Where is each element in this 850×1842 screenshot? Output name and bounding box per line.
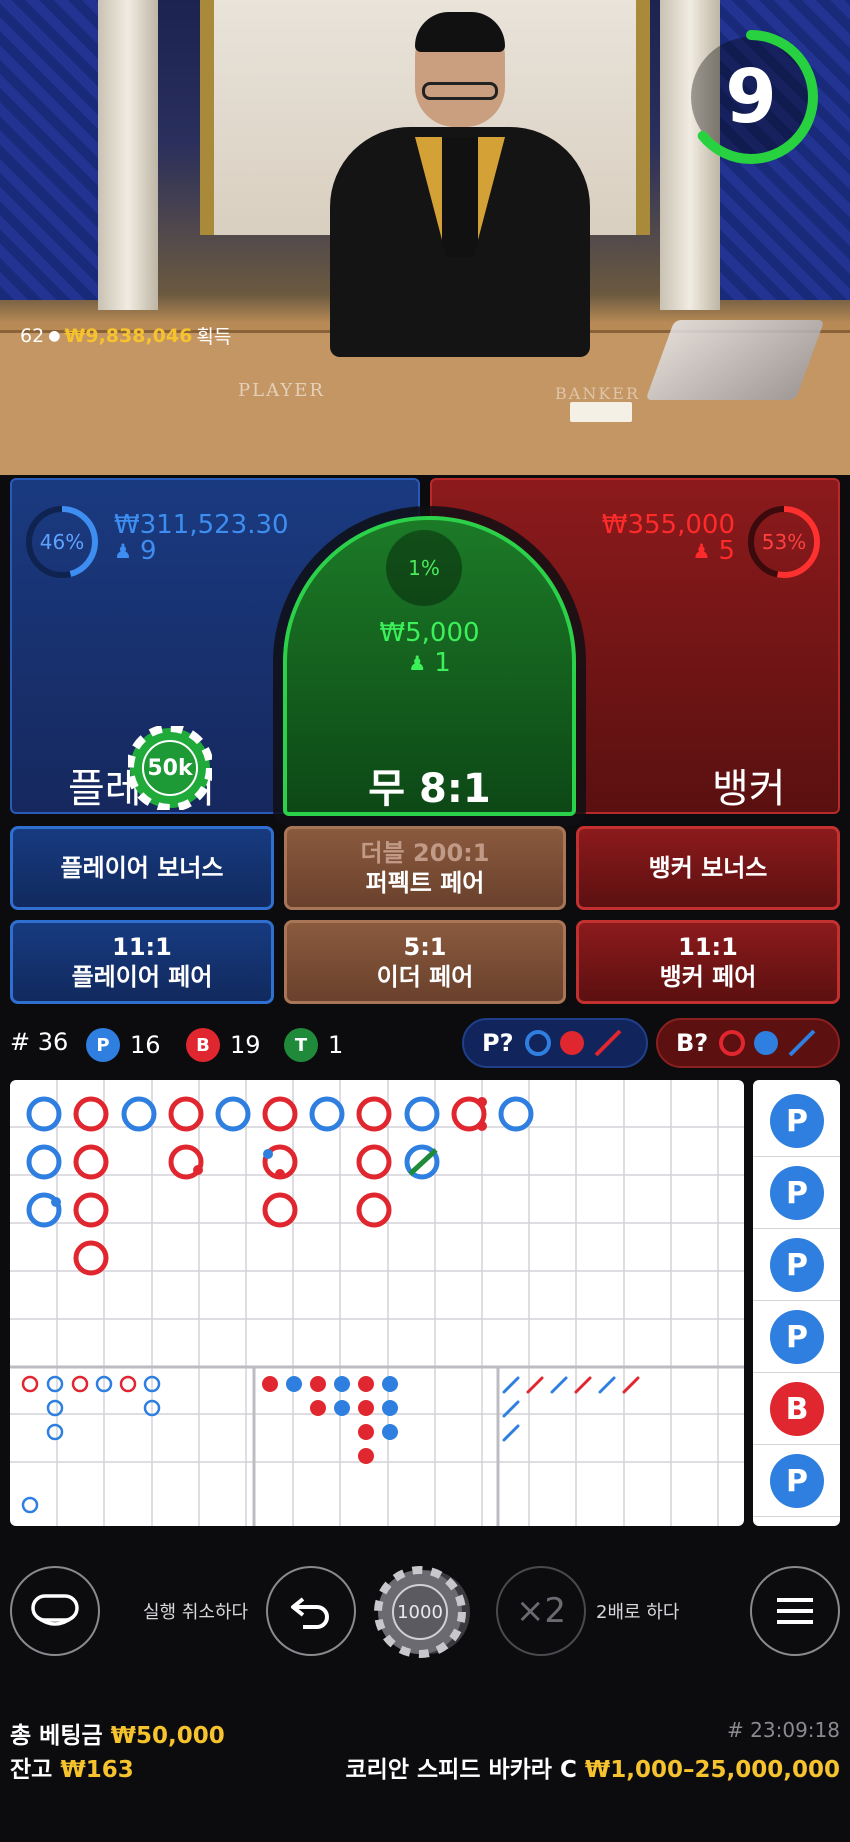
banker-bonus-button[interactable]: 뱅커 보너스: [576, 826, 840, 910]
dealer-figure: [330, 12, 590, 357]
bet-limits: ₩1,000–25,000,000: [584, 1757, 840, 1783]
total-rounds-label: # 36: [10, 1028, 69, 1056]
banker-wins-count: 19: [230, 1031, 261, 1059]
road-grid: [10, 1080, 744, 1526]
double-label: 2배로 하다: [596, 1602, 680, 1623]
table-player-text: PLAYER: [238, 380, 325, 401]
banker-pair-label: 뱅커 페어: [659, 963, 757, 991]
prediction-bead: B: [770, 1382, 824, 1436]
bead-prediction-column: PPPPBP: [753, 1080, 840, 1526]
banker-wins: B 19: [186, 1028, 261, 1062]
player-bonus-button[interactable]: 플레이어 보너스: [10, 826, 274, 910]
player-wins-count: 16: [130, 1031, 161, 1059]
double-button[interactable]: ×2: [496, 1566, 586, 1656]
player-pair-button[interactable]: 11:1 플레이어 페어: [10, 920, 274, 1004]
prediction-bead: P: [770, 1310, 824, 1364]
player-pair-label: 플레이어 페어: [71, 963, 213, 991]
tie-label: 무 8:1: [368, 766, 491, 812]
prediction-bead: P: [770, 1166, 824, 1220]
banker-label: 뱅커: [712, 766, 786, 812]
balance-label: 잔고: [10, 1757, 53, 1783]
player-percent: 46%: [39, 530, 85, 554]
user-icon: ♟: [114, 539, 132, 563]
table-banker-text: BANKER: [555, 384, 640, 403]
table-info: 코리안 스피드 바카라 C ₩1,000–25,000,000: [346, 1750, 840, 1784]
balance: 잔고 ₩163: [10, 1750, 134, 1784]
total-bet: 총 베팅금 ₩50,000: [10, 1716, 225, 1750]
either-pair-label: 이더 페어: [376, 963, 474, 991]
user-icon: ♟: [408, 651, 427, 675]
tie-percent: 1%: [386, 530, 462, 606]
banker-pair-odds: 11:1: [678, 933, 738, 961]
player-badge-icon: P: [86, 1028, 120, 1062]
tie-bettors-count: 1: [434, 648, 451, 678]
either-pair-button[interactable]: 5:1 이더 페어: [284, 920, 566, 1004]
menu-button[interactable]: [750, 1566, 840, 1656]
scoreboard-road[interactable]: [10, 1080, 744, 1526]
winners-suffix: 획득: [196, 326, 232, 348]
total-bet-label: 총 베팅금: [10, 1723, 103, 1749]
table-name: 코리안 스피드 바카라 C: [345, 1757, 577, 1783]
banker-percent: 53%: [761, 530, 807, 554]
total-bet-value: ₩50,000: [110, 1723, 225, 1749]
prediction-bead: P: [770, 1454, 824, 1508]
ask-banker-button[interactable]: B?: [656, 1018, 840, 1068]
undo-label: 실행 취소하다: [143, 1602, 249, 1623]
balance-value: ₩163: [60, 1757, 134, 1783]
hamburger-icon: [777, 1598, 813, 1624]
round-id: # 23:09:18: [727, 1718, 840, 1742]
banker-bettors-count: 5: [718, 536, 735, 566]
tie-wins: T 1: [284, 1028, 343, 1062]
total-rounds: # 36: [10, 1028, 68, 1056]
perfect-pair-label: 퍼펙트 페어: [365, 869, 485, 897]
ask-banker-label: B?: [676, 1029, 709, 1057]
table-view-icon: [31, 1594, 79, 1626]
perfect-pair-button[interactable]: 더블 200:1 퍼펙트 페어: [284, 826, 566, 910]
winners-count: 62: [20, 324, 45, 347]
player-bettors-count: 9: [139, 536, 157, 566]
user-icon: ●: [48, 327, 61, 344]
tie-badge-icon: T: [284, 1028, 318, 1062]
banker-pair-button[interactable]: 11:1 뱅커 페어: [576, 920, 840, 1004]
card-shoe: [645, 320, 825, 400]
double-symbol: ×2: [515, 1591, 567, 1631]
ask-banker-icons: [719, 1029, 816, 1057]
placed-chip-value: 50k: [147, 755, 193, 781]
tie-bettors: ♟ 1: [283, 648, 576, 678]
player-bonus-label: 플레이어 보너스: [60, 854, 224, 882]
winners-amount: ₩9,838,046: [64, 324, 193, 347]
perfect-pair-odds: 더블 200:1: [360, 839, 490, 867]
ask-player-button[interactable]: P?: [462, 1018, 648, 1068]
player-wins: P 16: [86, 1028, 161, 1062]
player-pair-odds: 11:1: [112, 933, 172, 961]
game-view-toggle-button[interactable]: [10, 1566, 100, 1656]
chip-value: 1000: [397, 1601, 443, 1623]
either-pair-odds: 5:1: [403, 933, 447, 961]
undo-icon: [291, 1597, 329, 1629]
prediction-bead: P: [770, 1238, 824, 1292]
banker-bonus-label: 뱅커 보너스: [648, 854, 768, 882]
baccarat-screen: { "video": { "timer": "9", "table_player…: [0, 0, 850, 1842]
prediction-bead: P: [770, 1094, 824, 1148]
banker-badge-icon: B: [186, 1028, 220, 1062]
player-bettors: ♟ 9: [114, 536, 156, 566]
ask-player-label: P?: [482, 1029, 514, 1057]
winners-info: 62 ● ₩9,838,046 획득: [20, 322, 231, 349]
countdown-number: 9: [725, 54, 777, 140]
undo-button[interactable]: [266, 1566, 356, 1656]
ask-player-icons: [524, 1029, 621, 1057]
tie-total-amount: ₩5,000: [379, 618, 480, 648]
playing-card: [570, 402, 632, 422]
tie-wins-count: 1: [328, 1031, 344, 1059]
user-icon: ♟: [692, 539, 711, 563]
